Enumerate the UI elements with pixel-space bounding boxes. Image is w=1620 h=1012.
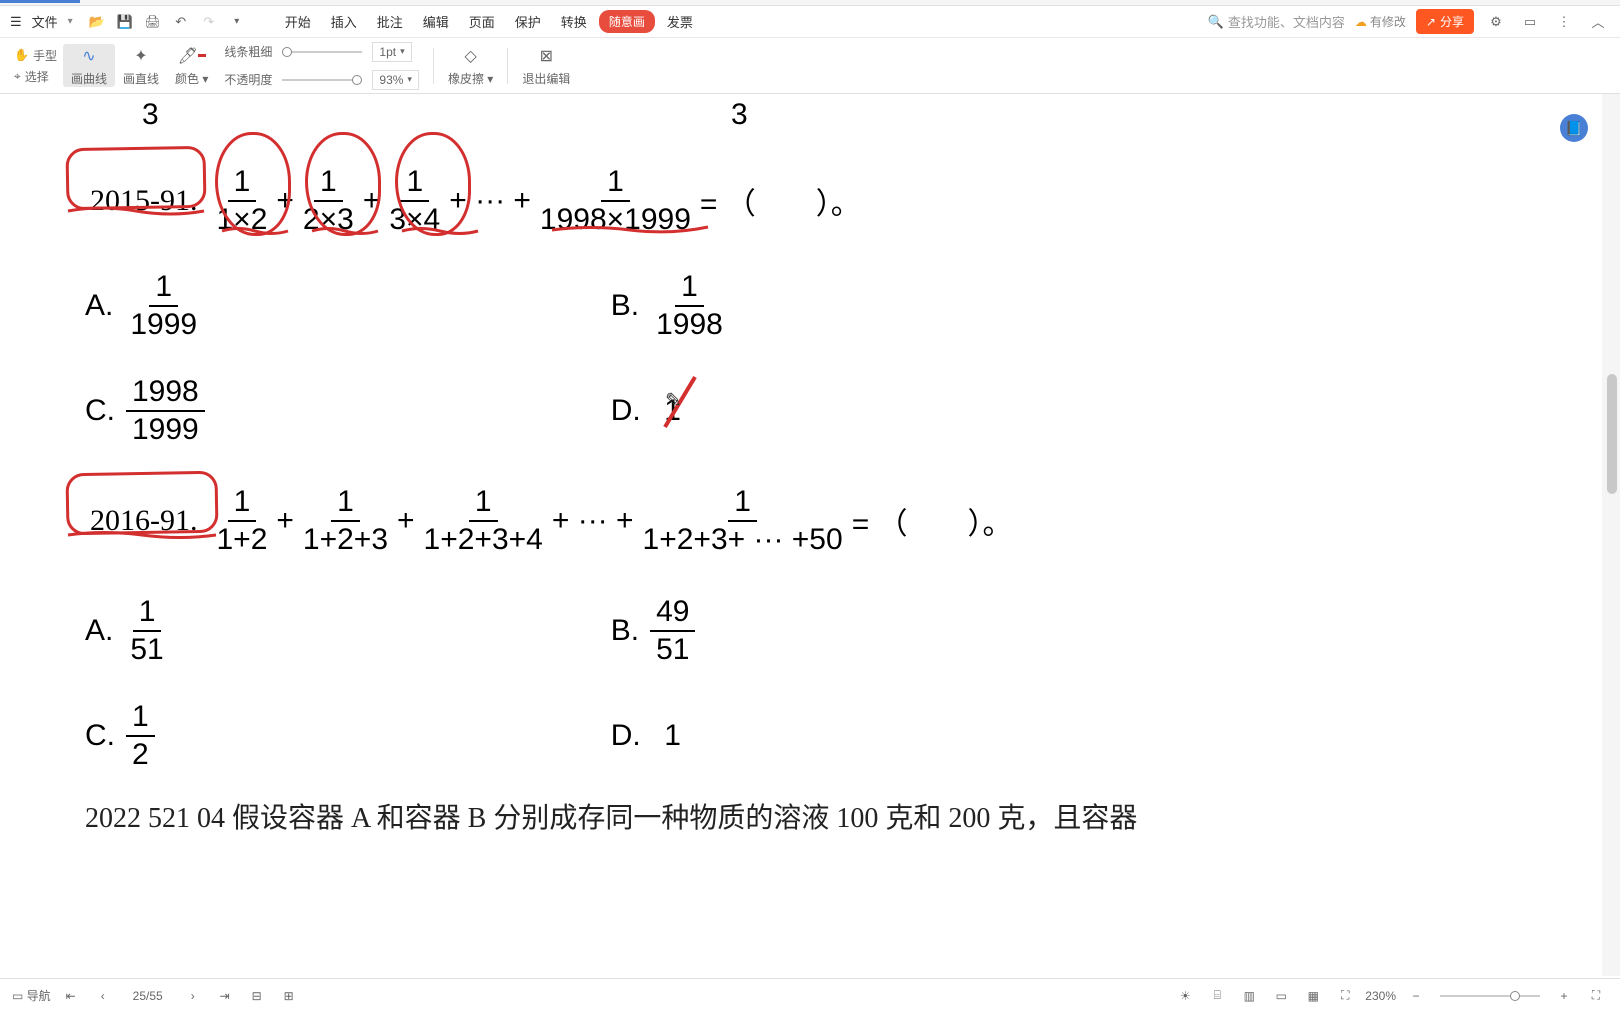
changes-indicator[interactable]: ☁有修改 bbox=[1355, 13, 1406, 30]
view-mode-4-icon[interactable]: ▦ bbox=[1301, 984, 1325, 1008]
zoom-out-button[interactable]: − bbox=[1404, 984, 1428, 1008]
partial-next-question: 2022 521 04 假设容器 A 和容器 B 分别成存同一种物质的溶液 10… bbox=[85, 796, 1137, 836]
search-input[interactable]: 🔍 查找功能、文档内容 bbox=[1208, 12, 1345, 31]
annotation-underline-q2num bbox=[66, 528, 218, 542]
select-tool[interactable]: ⌖选择 bbox=[14, 68, 57, 85]
ribbon-toolbar: ✋手型 ⌖选择 ∿ 画曲线 ✦ 画直线 🖊 颜色 ▾ 线条粗细 1pt▾ 不透明… bbox=[0, 38, 1620, 94]
hamburger-icon[interactable]: ☰ bbox=[10, 14, 22, 30]
fullscreen-icon[interactable]: ⛶ bbox=[1584, 984, 1608, 1008]
residual-top-right: 3 bbox=[731, 98, 748, 132]
eraser-tool[interactable]: ◇ 橡皮擦 ▾ bbox=[440, 44, 501, 87]
thickness-slider[interactable] bbox=[282, 51, 362, 53]
annotation-box-q1num bbox=[65, 146, 206, 210]
tab-edit[interactable]: 编辑 bbox=[415, 8, 457, 35]
first-page-button[interactable]: ⇤ bbox=[59, 984, 83, 1008]
translate-icon: 📘 bbox=[1565, 120, 1582, 137]
opacity-label: 不透明度 bbox=[224, 71, 272, 88]
fit-width-icon[interactable]: ⛶ bbox=[1333, 984, 1357, 1008]
annotation-under-last bbox=[550, 222, 710, 238]
next-page-button[interactable]: › bbox=[181, 984, 205, 1008]
tab-insert[interactable]: 插入 bbox=[323, 8, 365, 35]
pen-icon: 🖊 bbox=[178, 44, 206, 68]
page-indicator[interactable]: 25/55 bbox=[123, 989, 173, 1003]
thickness-label: 线条粗细 bbox=[224, 43, 272, 60]
file-menu[interactable]: 文件 bbox=[24, 8, 66, 35]
q2-options-row2: C.12 D. 1 bbox=[85, 699, 985, 773]
undo-icon[interactable]: ↶ bbox=[169, 10, 193, 34]
curve-tool[interactable]: ∿ 画曲线 bbox=[63, 44, 115, 87]
q2-options-row1: A.151 B.4951 bbox=[85, 594, 985, 668]
q1-options-row2: C.19981999 D. 1 bbox=[85, 374, 985, 448]
plus-box-icon[interactable]: ⊞ bbox=[277, 984, 301, 1008]
status-bar: ▭ 导航 ⇤ ‹ 25/55 › ⇥ ⊟ ⊞ ☀ ⌸ ▥ ▭ ▦ ⛶ 230% … bbox=[0, 978, 1620, 1012]
gear-icon[interactable]: ⚙ bbox=[1484, 10, 1508, 34]
annotation-circle-1 bbox=[215, 132, 291, 236]
document-canvas[interactable]: 3 3 2015-91. 11×2 + 12×3 + 13×4 + ··· + … bbox=[0, 94, 1602, 976]
tab-start[interactable]: 开始 bbox=[277, 8, 319, 35]
tab-page[interactable]: 页面 bbox=[461, 8, 503, 35]
line-tool[interactable]: ✦ 画直线 bbox=[115, 44, 167, 87]
share-button[interactable]: ↗分享 bbox=[1416, 9, 1474, 34]
minus-box-icon[interactable]: ⊟ bbox=[245, 984, 269, 1008]
window-icon[interactable]: ▭ bbox=[1518, 10, 1542, 34]
scroll-thumb[interactable] bbox=[1607, 374, 1617, 494]
annotation-under-3 bbox=[400, 224, 480, 238]
color-picker[interactable]: 🖊 颜色 ▾ bbox=[167, 44, 216, 87]
tab-convert[interactable]: 转换 bbox=[553, 8, 595, 35]
chevron-down-icon[interactable]: ▾ bbox=[68, 16, 73, 27]
q1-options-row1: A.11999 B.11998 bbox=[85, 269, 985, 343]
nav-toggle[interactable]: ▭ 导航 bbox=[12, 987, 51, 1004]
more-icon[interactable]: ⋮ bbox=[1552, 10, 1576, 34]
last-page-button[interactable]: ⇥ bbox=[213, 984, 237, 1008]
dropdown-icon[interactable]: ▾ bbox=[225, 10, 249, 34]
tab-invoice[interactable]: 发票 bbox=[659, 8, 701, 35]
tab-protect[interactable]: 保护 bbox=[507, 8, 549, 35]
exit-edit-button[interactable]: ⊠ 退出编辑 bbox=[514, 44, 578, 87]
line-icon: ✦ bbox=[127, 44, 155, 68]
curve-icon: ∿ bbox=[75, 44, 103, 68]
close-box-icon: ⊠ bbox=[532, 44, 560, 68]
eraser-icon: ◇ bbox=[457, 44, 485, 68]
open-icon[interactable]: 📂 bbox=[85, 10, 109, 34]
save-icon[interactable]: 💾 bbox=[113, 10, 137, 34]
zoom-label[interactable]: 230% bbox=[1365, 989, 1396, 1003]
annotation-underline-q1num bbox=[66, 204, 206, 218]
brightness-icon[interactable]: ☀ bbox=[1173, 984, 1197, 1008]
view-mode-3-icon[interactable]: ▭ bbox=[1269, 984, 1293, 1008]
collapse-icon[interactable]: ︿ bbox=[1586, 10, 1610, 34]
opacity-slider[interactable] bbox=[282, 79, 362, 81]
question-2: 2016-91. 11+2 + 11+2+3 + 11+2+3+4 + ··· … bbox=[80, 484, 1013, 558]
annotation-under-2 bbox=[310, 224, 380, 238]
redo-icon[interactable]: ↷ bbox=[197, 10, 221, 34]
opacity-value[interactable]: 93%▾ bbox=[372, 70, 419, 90]
annotation-circle-2 bbox=[305, 132, 381, 236]
annotation-circle-3 bbox=[395, 132, 471, 236]
floating-translate-button[interactable]: 📘 bbox=[1560, 114, 1588, 142]
tab-comment[interactable]: 批注 bbox=[369, 8, 411, 35]
vertical-scrollbar[interactable] bbox=[1602, 94, 1620, 976]
view-mode-2-icon[interactable]: ▥ bbox=[1237, 984, 1261, 1008]
hand-icon: ✋ bbox=[14, 48, 29, 62]
residual-top-left: 3 bbox=[142, 98, 159, 132]
tab-draw[interactable]: 随意画 bbox=[599, 10, 655, 33]
annotation-under-1 bbox=[220, 224, 290, 238]
zoom-slider[interactable] bbox=[1440, 995, 1540, 997]
menu-bar: ☰ 文件 ▾ 📂 💾 🖨 ↶ ↷ ▾ 开始 插入 批注 编辑 页面 保护 转换 … bbox=[0, 6, 1620, 38]
share-icon: ↗ bbox=[1426, 15, 1436, 29]
zoom-in-button[interactable]: + bbox=[1552, 984, 1576, 1008]
annotation-box-q2num bbox=[65, 471, 218, 536]
thickness-value[interactable]: 1pt▾ bbox=[372, 42, 411, 62]
view-mode-1-icon[interactable]: ⌸ bbox=[1205, 984, 1229, 1008]
print-icon[interactable]: 🖨 bbox=[141, 10, 165, 34]
pen-cursor-icon: ✎ bbox=[665, 388, 682, 413]
prev-page-button[interactable]: ‹ bbox=[91, 984, 115, 1008]
search-icon: 🔍 bbox=[1208, 14, 1224, 30]
hand-tool[interactable]: ✋手型 bbox=[14, 47, 57, 64]
cursor-icon: ⌖ bbox=[14, 69, 21, 84]
